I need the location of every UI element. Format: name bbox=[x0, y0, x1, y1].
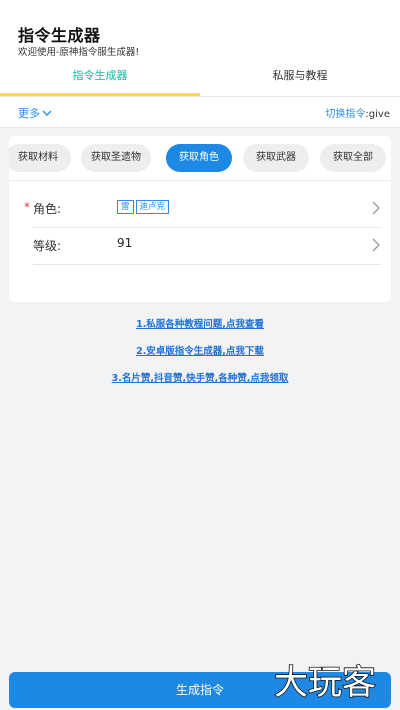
more-label: 更多 bbox=[18, 107, 40, 120]
chevron-right-icon bbox=[372, 201, 380, 215]
character-name-tag: 迪卢克 bbox=[135, 200, 170, 214]
row-divider bbox=[33, 264, 381, 265]
chip-get-weapon[interactable]: 获取武器 bbox=[243, 144, 309, 172]
link-likes[interactable]: 3.名片赞,抖音赞,快手赞,各种赞,点我领取 bbox=[0, 370, 400, 384]
level-label: 等级: bbox=[33, 239, 62, 253]
level-row[interactable]: 等级: 91 bbox=[9, 227, 391, 265]
character-tags: 雷迪卢克 bbox=[117, 200, 171, 214]
link-android-download[interactable]: 2.安卓版指令生成器,点我下载 bbox=[0, 343, 400, 357]
toolbar: 更多 切换指令:give bbox=[0, 96, 400, 128]
divider bbox=[9, 180, 391, 181]
required-mark: * bbox=[24, 200, 30, 214]
chip-get-all[interactable]: 获取全部 bbox=[320, 144, 386, 172]
character-row[interactable]: * 角色: 雷迪卢克 bbox=[9, 190, 391, 228]
more-button[interactable]: 更多 bbox=[18, 105, 52, 121]
character-label: 角色: bbox=[33, 202, 62, 216]
chip-get-artifacts[interactable]: 获取圣遗物 bbox=[81, 144, 151, 172]
chip-get-character[interactable]: 获取角色 bbox=[166, 144, 232, 172]
chevron-down-icon bbox=[42, 110, 52, 116]
tab-tutorial[interactable]: 私服与教程 bbox=[200, 62, 400, 96]
chip-get-materials[interactable]: 获取材料 bbox=[9, 144, 71, 172]
svg-text:大玩客: 大玩客 bbox=[274, 663, 376, 702]
link-tutorials[interactable]: 1.私服各种教程问题,点我查看 bbox=[0, 316, 400, 330]
current-command: :give bbox=[365, 109, 390, 120]
level-value: 91 bbox=[117, 236, 133, 250]
tab-bar: 指令生成器 私服与教程 bbox=[0, 62, 400, 96]
command-form-card: 获取材料 获取圣遗物 获取角色 获取武器 获取全部 * 角色: 雷迪卢克 等级:… bbox=[9, 136, 391, 302]
watermark-logo: 大玩客 bbox=[273, 662, 377, 702]
app-header: 指令生成器 欢迎使用-原神指令服生成器! 指令生成器 私服与教程 bbox=[0, 0, 400, 96]
category-chips: 获取材料 获取圣遗物 获取角色 获取武器 获取全部 bbox=[9, 144, 391, 174]
page-subtitle: 欢迎使用-原神指令服生成器! bbox=[18, 47, 140, 58]
chevron-right-icon bbox=[372, 238, 380, 252]
switch-command-button[interactable]: 切换指令 bbox=[325, 109, 365, 120]
element-tag: 雷 bbox=[117, 200, 134, 214]
switch-command: 切换指令:give bbox=[325, 105, 390, 120]
page-title: 指令生成器 bbox=[18, 26, 101, 45]
tab-generator[interactable]: 指令生成器 bbox=[0, 62, 200, 96]
